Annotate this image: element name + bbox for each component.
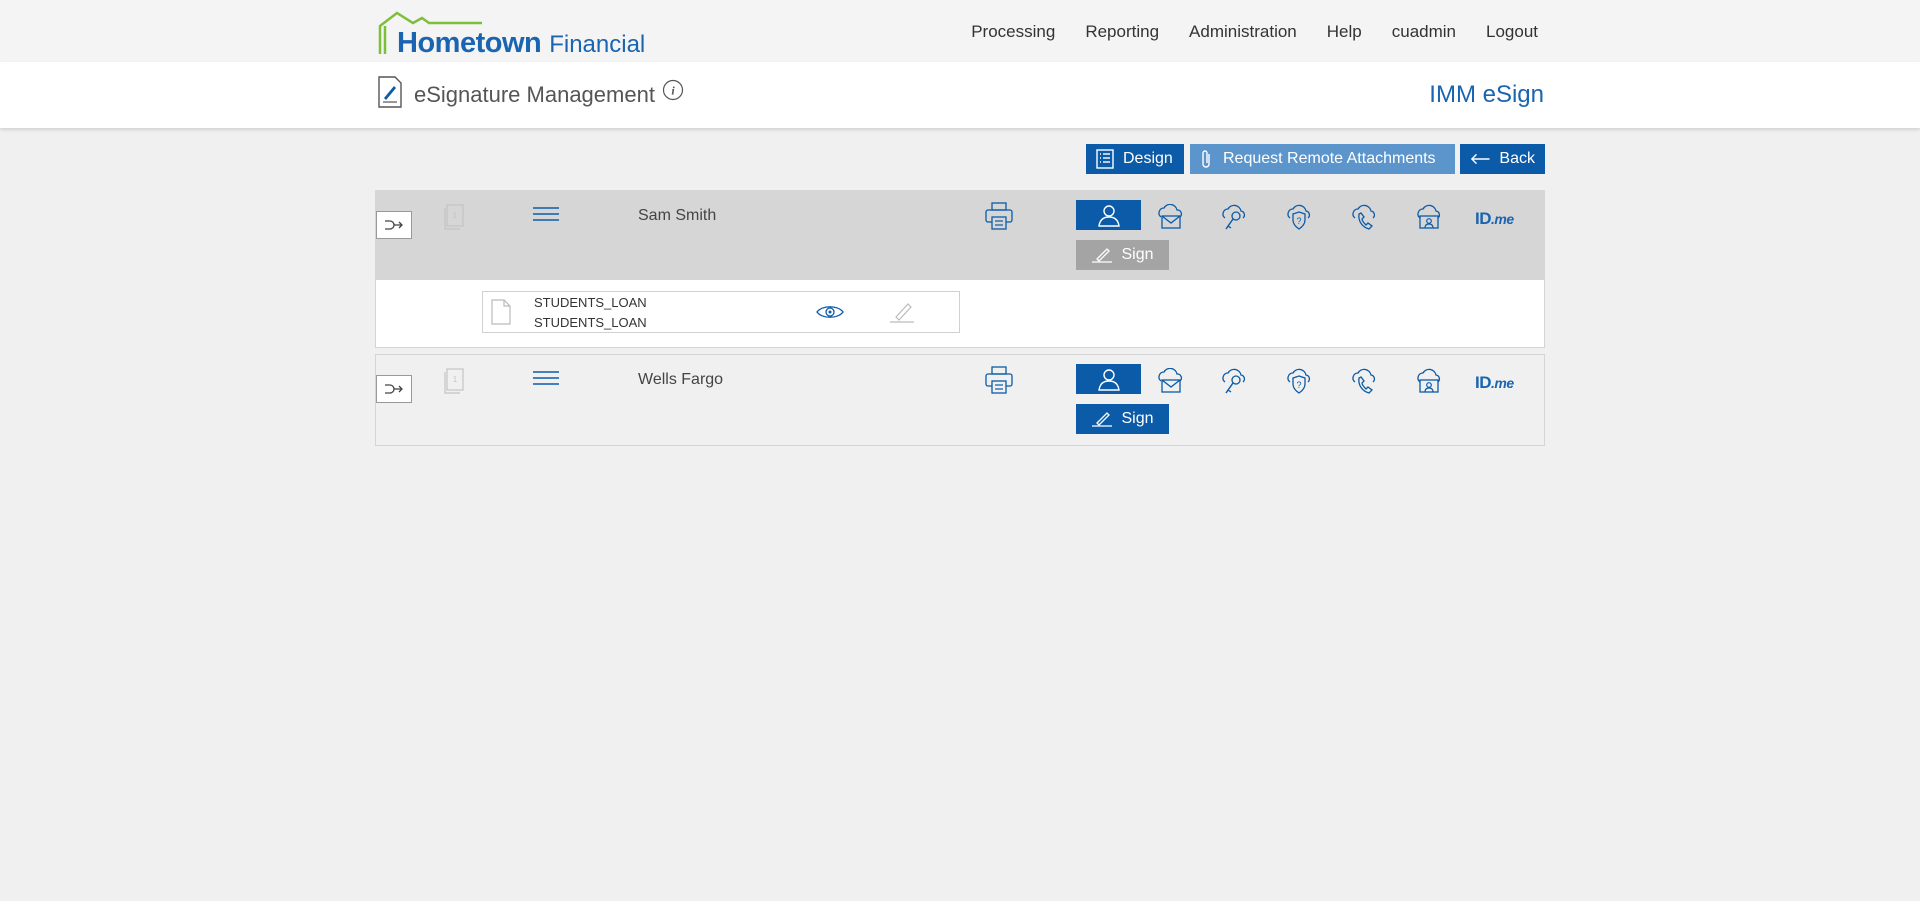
expand-toggle-button[interactable] [376, 375, 412, 403]
printer-icon[interactable] [985, 366, 1013, 394]
kba-shield-icon[interactable]: ? [1285, 368, 1313, 396]
nav-logout[interactable]: Logout [1486, 22, 1538, 42]
route-arrow-icon [385, 220, 403, 230]
svg-text:?: ? [1296, 216, 1301, 226]
printer-icon[interactable] [985, 202, 1013, 230]
signer-name: Wells Fargo [638, 371, 724, 388]
app-name: IMM eSign [1429, 81, 1544, 108]
expand-toggle-button[interactable] [376, 211, 412, 239]
document-count: 1 [443, 368, 465, 399]
signer-name: Sam Smith [638, 207, 717, 224]
main-nav: Processing Reporting Administration Help… [941, 22, 1538, 42]
auth-in-person-button[interactable] [1076, 200, 1141, 230]
hamburger-menu-icon[interactable] [533, 206, 559, 224]
document-sign-pen-icon[interactable] [887, 301, 915, 323]
pen-sign-icon [1092, 412, 1113, 427]
idme-logo[interactable]: ID.me [1475, 373, 1514, 393]
design-button[interactable]: Design [1086, 144, 1184, 174]
nav-reporting[interactable]: Reporting [1085, 22, 1159, 42]
sign-button-label: Sign [1121, 410, 1154, 427]
email-cloud-icon[interactable] [1155, 368, 1185, 394]
idme-main: ID [1475, 209, 1492, 228]
document-stack-icon: 1 [444, 204, 464, 230]
esign-document-icon [378, 76, 402, 108]
remote-id-icon[interactable] [1415, 204, 1443, 232]
request-remote-attachments-button[interactable]: Request Remote Attachments [1190, 144, 1455, 174]
sign-button-label: Sign [1121, 246, 1154, 263]
svg-text:i: i [671, 84, 675, 98]
idme-main: ID [1475, 373, 1492, 392]
phone-icon[interactable] [1350, 204, 1378, 232]
route-arrow-icon [385, 384, 403, 394]
idme-logo[interactable]: ID.me [1475, 209, 1514, 229]
in-person-icon [1097, 205, 1120, 227]
kba-shield-icon[interactable]: ? [1285, 204, 1313, 232]
brand-logo[interactable]: Hometown Financial [377, 10, 647, 60]
nav-administration[interactable]: Administration [1189, 22, 1297, 42]
pen-sign-icon [1092, 248, 1113, 263]
brand-main: Hometown [397, 27, 542, 59]
design-list-icon [1096, 149, 1114, 169]
document-panel: STUDENTS_LOAN STUDENTS_LOAN [375, 280, 1545, 348]
hamburger-menu-icon[interactable] [533, 370, 559, 388]
email-cloud-icon[interactable] [1155, 204, 1185, 230]
page-title: eSignature Management [414, 82, 655, 107]
info-icon[interactable]: i [662, 79, 684, 101]
document-card[interactable]: STUDENTS_LOAN STUDENTS_LOAN [482, 291, 960, 333]
file-icon [491, 299, 511, 325]
design-button-label: Design [1123, 150, 1173, 167]
document-stack-icon: 1 [444, 368, 464, 394]
document-count-value: 1 [453, 211, 458, 220]
page-header: eSignature Management i IMM eSign [0, 62, 1920, 128]
sign-button[interactable]: Sign [1076, 240, 1169, 270]
idme-sub: .me [1491, 375, 1514, 391]
document-title: STUDENTS_LOAN [534, 295, 647, 310]
document-count-value: 1 [453, 375, 458, 384]
idme-sub: .me [1491, 211, 1514, 227]
nav-user[interactable]: cuadmin [1392, 22, 1456, 42]
brand-sub: Financial [549, 31, 646, 58]
paperclip-icon [1202, 150, 1210, 168]
in-person-icon [1097, 369, 1120, 391]
top-navbar: Hometown Financial Processing Reporting A… [0, 0, 1920, 62]
sign-button[interactable]: Sign [1076, 404, 1169, 434]
nav-help[interactable]: Help [1327, 22, 1362, 42]
document-subtitle: STUDENTS_LOAN [534, 315, 647, 330]
phone-icon[interactable] [1350, 368, 1378, 396]
auth-in-person-button[interactable] [1076, 364, 1141, 394]
back-button[interactable]: Back [1460, 144, 1545, 174]
arrow-left-icon [1470, 153, 1490, 165]
back-button-label: Back [1499, 150, 1535, 167]
signer-row: 1 Sam Smith ? ID.me Sign [375, 190, 1545, 280]
request-remote-attachments-label: Request Remote Attachments [1223, 150, 1436, 167]
nav-processing[interactable]: Processing [971, 22, 1055, 42]
eye-view-icon[interactable] [816, 304, 844, 320]
brand-name: Hometown Financial [397, 27, 645, 60]
svg-text:?: ? [1296, 380, 1301, 390]
signer-row: 1 Wells Fargo ? ID.me Sign [375, 354, 1545, 446]
password-key-icon[interactable] [1220, 368, 1248, 396]
document-count: 1 [443, 204, 465, 235]
remote-id-icon[interactable] [1415, 368, 1443, 396]
password-key-icon[interactable] [1220, 204, 1248, 232]
